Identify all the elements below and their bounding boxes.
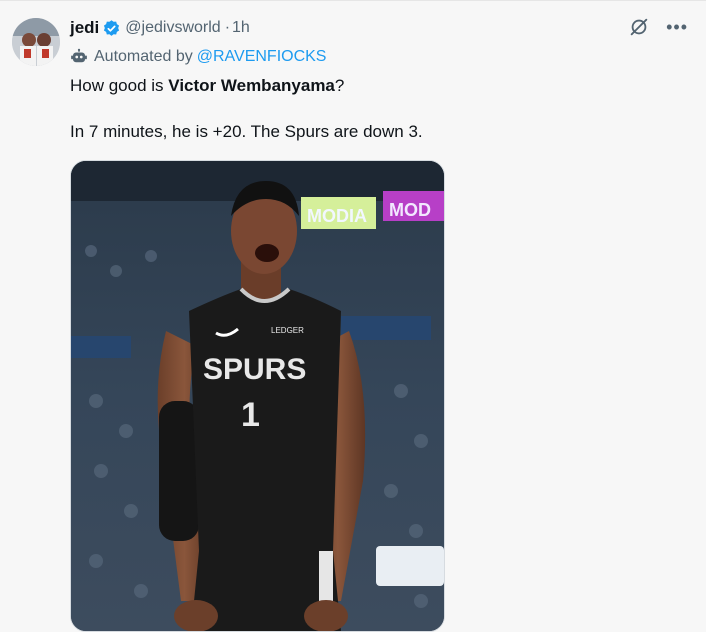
tweet-line-2: In 7 minutes, he is +20. The Spurs are d… [70,122,423,141]
board-text-1: MODIA [307,206,367,226]
automated-account-link[interactable]: @RAVENFIOCKS [197,48,327,66]
board-text-2: MOD [389,200,431,220]
tweet-line-1-prefix: How good is [70,76,169,95]
timestamp[interactable]: 1h [232,19,250,37]
tweet-photo[interactable]: MODIA MOD SPURS 1 LEDGER [70,160,445,632]
automated-by-text: Automated by [94,48,193,65]
jersey-patch: LEDGER [271,326,304,335]
avatar[interactable] [12,18,60,66]
bot-icon [70,48,88,66]
top-divider [0,0,706,1]
tweet-line-1-bold: Victor Wembanyama [168,76,335,95]
automated-label: Automated by @RAVENFIOCKS [70,46,326,68]
jersey-team: SPURS [203,353,306,386]
separator: · [224,19,231,36]
tweet-text: How good is Victor Wembanyama? In 7 minu… [70,74,670,144]
handle[interactable]: @jedivsworld [125,19,220,37]
jersey-number: 1 [241,396,260,434]
display-name[interactable]: jedi [70,18,99,38]
more-icon[interactable]: ••• [666,16,688,38]
tweet-line-1: How good is Victor Wembanyama? [70,74,670,98]
tweet-actions-top: ••• [628,16,688,38]
grok-icon[interactable] [628,16,650,38]
verified-badge-icon [102,19,121,38]
tweet-header: jedi @jedivsworld · 1h [70,16,250,40]
tweet-line-1-suffix: ? [334,76,345,95]
